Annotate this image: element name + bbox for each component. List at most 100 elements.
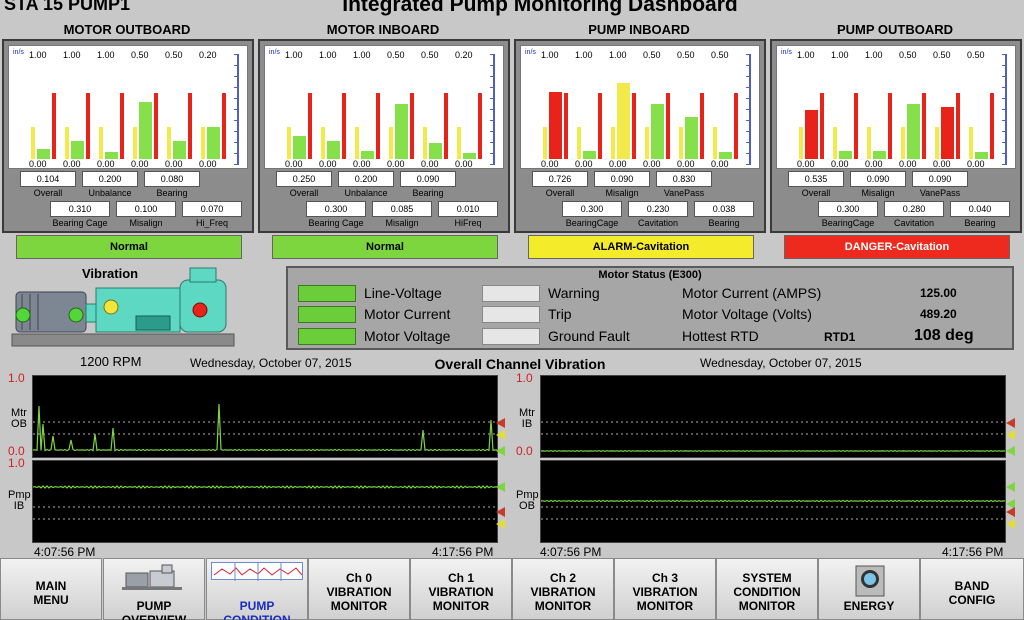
zero-label: 0.00 xyxy=(677,159,695,169)
pump-motor-graphic[interactable] xyxy=(8,264,240,354)
value-label: Unbalance xyxy=(344,188,388,198)
value-bar[interactable] xyxy=(975,152,988,159)
nav-button-label: MAIN xyxy=(35,579,67,593)
value-bar[interactable] xyxy=(651,104,664,159)
zero-label: 0.00 xyxy=(199,159,217,169)
nav-button-7[interactable]: Ch 3 VIBRATION MONITOR xyxy=(614,558,716,620)
nav-button-1[interactable]: MAIN MENU xyxy=(0,558,102,620)
scale-tick xyxy=(746,98,751,99)
scale-tick xyxy=(1002,153,1007,154)
value-box: 0.726 xyxy=(532,171,588,187)
vibration-panel[interactable]: in/s 1.00 1.00 1.00 0.50 0.50 0.50 0.00 0.00 0.00… xyxy=(770,39,1022,233)
scale-tick xyxy=(746,120,751,121)
threshold-marker xyxy=(1006,482,1015,492)
value-bar[interactable] xyxy=(395,104,408,159)
value-bar[interactable] xyxy=(327,141,340,159)
value-bar[interactable] xyxy=(719,152,732,159)
nav-button-4[interactable]: Ch 0 VIBRATION MONITOR xyxy=(308,558,410,620)
trend-label-pmp-ob: Pmp OB xyxy=(516,489,539,512)
value-bar[interactable] xyxy=(37,149,50,159)
motor-status-title: Motor Status (E300) xyxy=(598,269,702,281)
nav-button-2[interactable]: PUMP OVERVIEW xyxy=(103,558,205,620)
value-label: Misalign xyxy=(861,188,895,198)
danger-level-bar xyxy=(598,93,602,159)
vibration-panel[interactable]: in/s 1.00 1.00 1.00 0.50 0.50 0.50 0.00 0.00 0.00… xyxy=(514,39,766,233)
value-box: 0.040 xyxy=(950,201,1010,217)
unit-label: in/s xyxy=(269,49,280,56)
scale-tick xyxy=(234,65,239,66)
value-bar[interactable] xyxy=(293,136,306,159)
value-bar[interactable] xyxy=(207,127,220,159)
bar-plot: in/s 1.00 1.00 1.00 0.50 0.50 0.50 0.00 0.00 0.00… xyxy=(520,45,760,169)
value-bar[interactable] xyxy=(105,152,118,159)
scale-tick xyxy=(1002,131,1007,132)
status-indicator[interactable]: ALARM-Cavitation xyxy=(528,235,754,259)
ground-fault-led xyxy=(482,328,540,345)
scale-tick xyxy=(746,109,751,110)
nav-button-5[interactable]: Ch 1 VIBRATION MONITOR xyxy=(410,558,512,620)
value-bar[interactable] xyxy=(907,104,920,159)
value-bar[interactable] xyxy=(583,151,596,159)
status-indicator[interactable]: Normal xyxy=(16,235,242,259)
scale-tick xyxy=(234,98,239,99)
limit-label: 1.00 xyxy=(541,50,559,60)
status-indicator[interactable]: Normal xyxy=(272,235,498,259)
value-bar[interactable] xyxy=(361,151,374,159)
trend-label-mtr-ib: Mtr IB xyxy=(519,407,535,430)
danger-level-bar xyxy=(632,93,636,159)
value-bar[interactable] xyxy=(139,102,152,159)
alert-level-bar xyxy=(611,127,615,159)
value-bar[interactable] xyxy=(463,153,476,159)
limit-label: 1.00 xyxy=(865,50,883,60)
threshold-marker xyxy=(1006,430,1015,440)
value-box: 0.070 xyxy=(182,201,242,217)
nav-button-10[interactable]: BAND CONFIG xyxy=(920,558,1024,620)
value-bar[interactable] xyxy=(805,110,818,159)
scale-tick xyxy=(234,109,239,110)
alert-level-bar xyxy=(867,127,871,159)
motor-current-led xyxy=(298,306,356,323)
line-voltage-label: Line-Voltage xyxy=(364,285,442,301)
value-bar[interactable] xyxy=(685,117,698,159)
value-label: BearingCage xyxy=(821,218,875,228)
status-indicator[interactable]: DANGER-Cavitation xyxy=(784,235,1010,259)
value-box: 0.038 xyxy=(694,201,754,217)
value-label: Bearing Cage xyxy=(52,218,108,228)
value-bar[interactable] xyxy=(549,92,562,159)
danger-level-bar xyxy=(990,93,994,159)
zero-label: 0.00 xyxy=(387,159,405,169)
warning-label: Warning xyxy=(548,285,600,301)
motor-current-label: Motor Current xyxy=(364,306,451,322)
limit-label: 0.20 xyxy=(455,50,473,60)
nav-button-9[interactable]: ENERGY xyxy=(818,558,920,620)
vibration-panel[interactable]: in/s 1.00 1.00 1.00 0.50 0.50 0.20 0.00 0.00 0.00… xyxy=(2,39,254,233)
vibration-panel[interactable]: in/s 1.00 1.00 1.00 0.50 0.50 0.20 0.00 0.00 0.00… xyxy=(258,39,510,233)
nav-button-label: VIBRATION xyxy=(632,585,698,599)
nav-button-6[interactable]: Ch 2 VIBRATION MONITOR xyxy=(512,558,614,620)
alert-level-bar xyxy=(935,127,939,159)
trend-date-right: Wednesday, October 07, 2015 xyxy=(700,356,862,370)
value-box: 0.535 xyxy=(788,171,844,187)
trend-trace xyxy=(541,499,1005,503)
value-bar[interactable] xyxy=(71,141,84,159)
zero-label: 0.00 xyxy=(797,159,815,169)
nav-button-label: OVERVIEW xyxy=(121,613,187,620)
nav-button-label: MONITOR xyxy=(432,599,490,613)
value-bar[interactable] xyxy=(173,141,186,159)
nav-button-8[interactable]: SYSTEM CONDITION MONITOR xyxy=(716,558,818,620)
zero-label: 0.00 xyxy=(865,159,883,169)
nav-button-3[interactable]: PUMPCONDITIONMONITOR xyxy=(206,558,308,620)
danger-level-bar xyxy=(120,93,124,159)
value-bar[interactable] xyxy=(941,107,954,159)
value-bar[interactable] xyxy=(839,151,852,159)
scale-tick xyxy=(490,54,495,55)
trend-mtr-ob xyxy=(32,375,498,458)
zero-label: 0.00 xyxy=(319,159,337,169)
value-bar[interactable] xyxy=(617,83,630,159)
value-box: 0.080 xyxy=(144,171,200,187)
value-box: 0.090 xyxy=(594,171,650,187)
value-box: 0.250 xyxy=(276,171,332,187)
value-bar[interactable] xyxy=(873,151,886,159)
danger-level-bar xyxy=(154,93,158,159)
value-bar[interactable] xyxy=(429,143,442,159)
